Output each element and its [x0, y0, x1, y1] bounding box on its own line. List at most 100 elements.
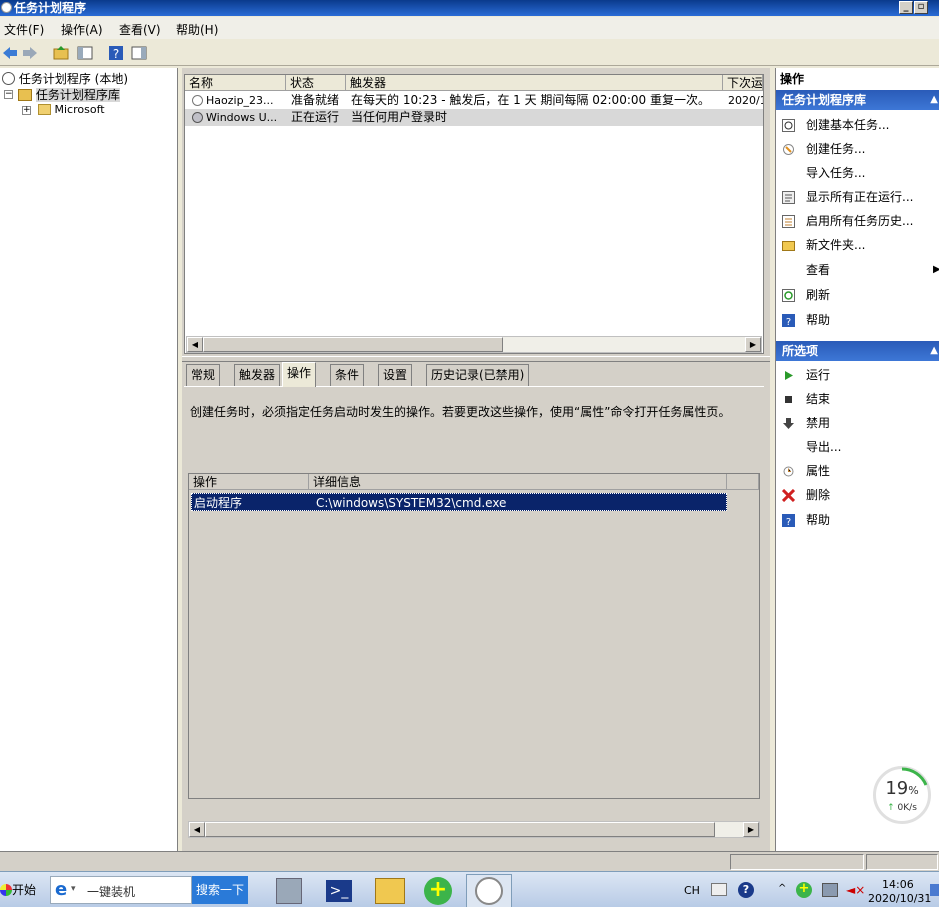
action-label: 帮助	[806, 313, 831, 327]
search-input[interactable]: 一键装机	[87, 883, 135, 900]
tree-root-label: 任务计划程序 (本地)	[18, 72, 129, 86]
action-new-folder[interactable]: 新文件夹...	[776, 233, 939, 257]
tab-actions[interactable]: 操作	[282, 362, 317, 387]
minimize-button[interactable]: _	[899, 1, 913, 14]
column-action[interactable]: 操作	[189, 474, 309, 490]
section-library[interactable]: 任务计划程序库 ▲	[776, 90, 939, 110]
show-hide-tree-icon[interactable]	[76, 44, 94, 62]
keyboard-icon[interactable]	[711, 883, 727, 896]
action-type: 启动程序	[194, 496, 243, 510]
action-label: 新文件夹...	[806, 238, 866, 252]
tree-microsoft-label: Microsoft	[54, 103, 105, 116]
search-button[interactable]: 搜索一下	[192, 876, 248, 904]
tree-root[interactable]: 任务计划程序 (本地)	[2, 70, 128, 87]
gauge-percent-value: 19	[885, 778, 909, 799]
folder-clock-icon	[18, 89, 32, 101]
action-end[interactable]: 结束	[776, 387, 939, 411]
clock-date[interactable]: 2020/10/31	[868, 892, 931, 905]
show-hide-action-pane-icon[interactable]	[130, 44, 148, 62]
tree-library[interactable]: 任务计划程序库	[18, 86, 120, 103]
help-icon[interactable]: ?	[107, 44, 125, 62]
column-trigger[interactable]: 触发器	[346, 75, 723, 91]
tasklist-scrollbar[interactable]: ◀ ▶	[186, 336, 762, 353]
tab-conditions[interactable]: 条件	[330, 364, 365, 386]
collapse-icon[interactable]: −	[4, 90, 13, 99]
clock-icon	[475, 877, 503, 905]
language-indicator[interactable]: CH	[684, 884, 700, 897]
speed-gauge[interactable]: 19% ↑ 0K/s	[873, 766, 931, 824]
action-help-selected[interactable]: ? 帮助	[776, 508, 939, 532]
actions-pane: 操作 任务计划程序库 ▲ 创建基本任务... 创建任务... 导入任务... 显示…	[775, 68, 939, 851]
expand-icon[interactable]: +	[22, 106, 31, 115]
action-disable[interactable]: 禁用	[776, 411, 939, 435]
action-help[interactable]: ? 帮助	[776, 308, 939, 332]
security-tray-icon[interactable]: +	[796, 882, 812, 898]
scroll-right-icon[interactable]: ▶	[745, 337, 761, 352]
status-bar	[0, 851, 939, 871]
restore-button[interactable]: ▫	[914, 1, 928, 14]
column-name[interactable]: 名称	[185, 75, 286, 91]
action-create-basic-task[interactable]: 创建基本任务...	[776, 113, 939, 137]
action-view[interactable]: 查看 ▶	[776, 258, 939, 282]
start-button[interactable]: 开始	[0, 876, 44, 904]
taskbar-search[interactable]: e ▾ 一键装机	[50, 876, 192, 904]
collapse-icon[interactable]: ▲	[930, 90, 938, 110]
action-label: 显示所有正在运行...	[806, 190, 914, 204]
task-list: 名称 状态 触发器 下次运 Haozip_23... 准备就绪 在每天的 10:…	[184, 74, 764, 354]
help-tray-icon[interactable]: ?	[738, 882, 754, 898]
menu-help[interactable]: 帮助(H)	[176, 21, 218, 38]
explorer-icon[interactable]	[375, 878, 405, 904]
up-folder-icon[interactable]	[52, 44, 70, 62]
show-hidden-icons-icon[interactable]: ^	[778, 883, 786, 894]
action-refresh[interactable]: 刷新	[776, 283, 939, 307]
collapse-icon[interactable]: ▲	[930, 341, 938, 361]
action-enable-history[interactable]: 启用所有任务历史...	[776, 209, 939, 233]
column-next-run[interactable]: 下次运	[723, 75, 763, 91]
tab-settings[interactable]: 设置	[378, 364, 413, 386]
status-panel	[866, 854, 938, 870]
show-desktop-icon[interactable]	[930, 884, 939, 896]
scroll-right-icon[interactable]: ▶	[743, 822, 759, 837]
table-row[interactable]: Windows U... 正在运行 当任何用户登录时	[185, 109, 763, 126]
back-icon[interactable]	[1, 44, 19, 62]
table-row[interactable]: 启动程序 C:\windows\SYSTEM32\cmd.exe	[191, 493, 727, 511]
forward-icon[interactable]	[21, 44, 39, 62]
scroll-thumb[interactable]	[203, 337, 503, 352]
action-display-running[interactable]: 显示所有正在运行...	[776, 185, 939, 209]
dropdown-icon[interactable]: ▾	[71, 884, 76, 894]
action-label: 创建基本任务...	[806, 118, 890, 132]
action-create-task[interactable]: 创建任务...	[776, 137, 939, 161]
action-export[interactable]: 导出...	[776, 435, 939, 459]
menu-action[interactable]: 操作(A)	[61, 21, 103, 38]
server-manager-icon[interactable]	[276, 878, 302, 904]
section-selected[interactable]: 所选项 ▲	[776, 341, 939, 361]
scroll-left-icon[interactable]: ◀	[189, 822, 205, 837]
security-plus-icon[interactable]: +	[424, 877, 452, 905]
task-trigger: 当任何用户登录时	[351, 110, 448, 124]
folder-icon	[782, 241, 795, 251]
action-label: 禁用	[806, 416, 831, 430]
action-delete[interactable]: 删除	[776, 483, 939, 507]
action-properties[interactable]: 属性	[776, 459, 939, 483]
action-import-task[interactable]: 导入任务...	[776, 161, 939, 185]
scroll-thumb[interactable]	[205, 822, 715, 837]
action-run[interactable]: 运行	[776, 363, 939, 387]
scroll-left-icon[interactable]: ◀	[187, 337, 203, 352]
detail-scrollbar[interactable]: ◀ ▶	[188, 821, 760, 838]
tab-history[interactable]: 历史记录(已禁用)	[426, 364, 530, 386]
action-label: 创建任务...	[806, 142, 866, 156]
table-row[interactable]: Haozip_23... 准备就绪 在每天的 10:23 - 触发后，在 1 天…	[185, 92, 763, 109]
taskbar: 开始 e ▾ 一键装机 搜索一下 >_ + CH ? ^ + ◄× 14:06 …	[0, 871, 939, 907]
tree-microsoft[interactable]: Microsoft	[38, 103, 105, 116]
column-status[interactable]: 状态	[286, 75, 346, 91]
volume-muted-icon[interactable]: ◄×	[846, 883, 865, 897]
tab-general[interactable]: 常规	[186, 364, 221, 386]
column-details[interactable]: 详细信息	[309, 474, 727, 490]
tab-triggers[interactable]: 触发器	[234, 364, 281, 386]
menu-file[interactable]: 文件(F)	[4, 21, 44, 38]
clock-time[interactable]: 14:06	[882, 878, 914, 891]
task-scheduler-taskbar-button[interactable]	[466, 874, 512, 907]
powershell-icon[interactable]: >_	[326, 880, 352, 902]
network-icon[interactable]	[822, 883, 838, 897]
menu-view[interactable]: 查看(V)	[119, 21, 161, 38]
